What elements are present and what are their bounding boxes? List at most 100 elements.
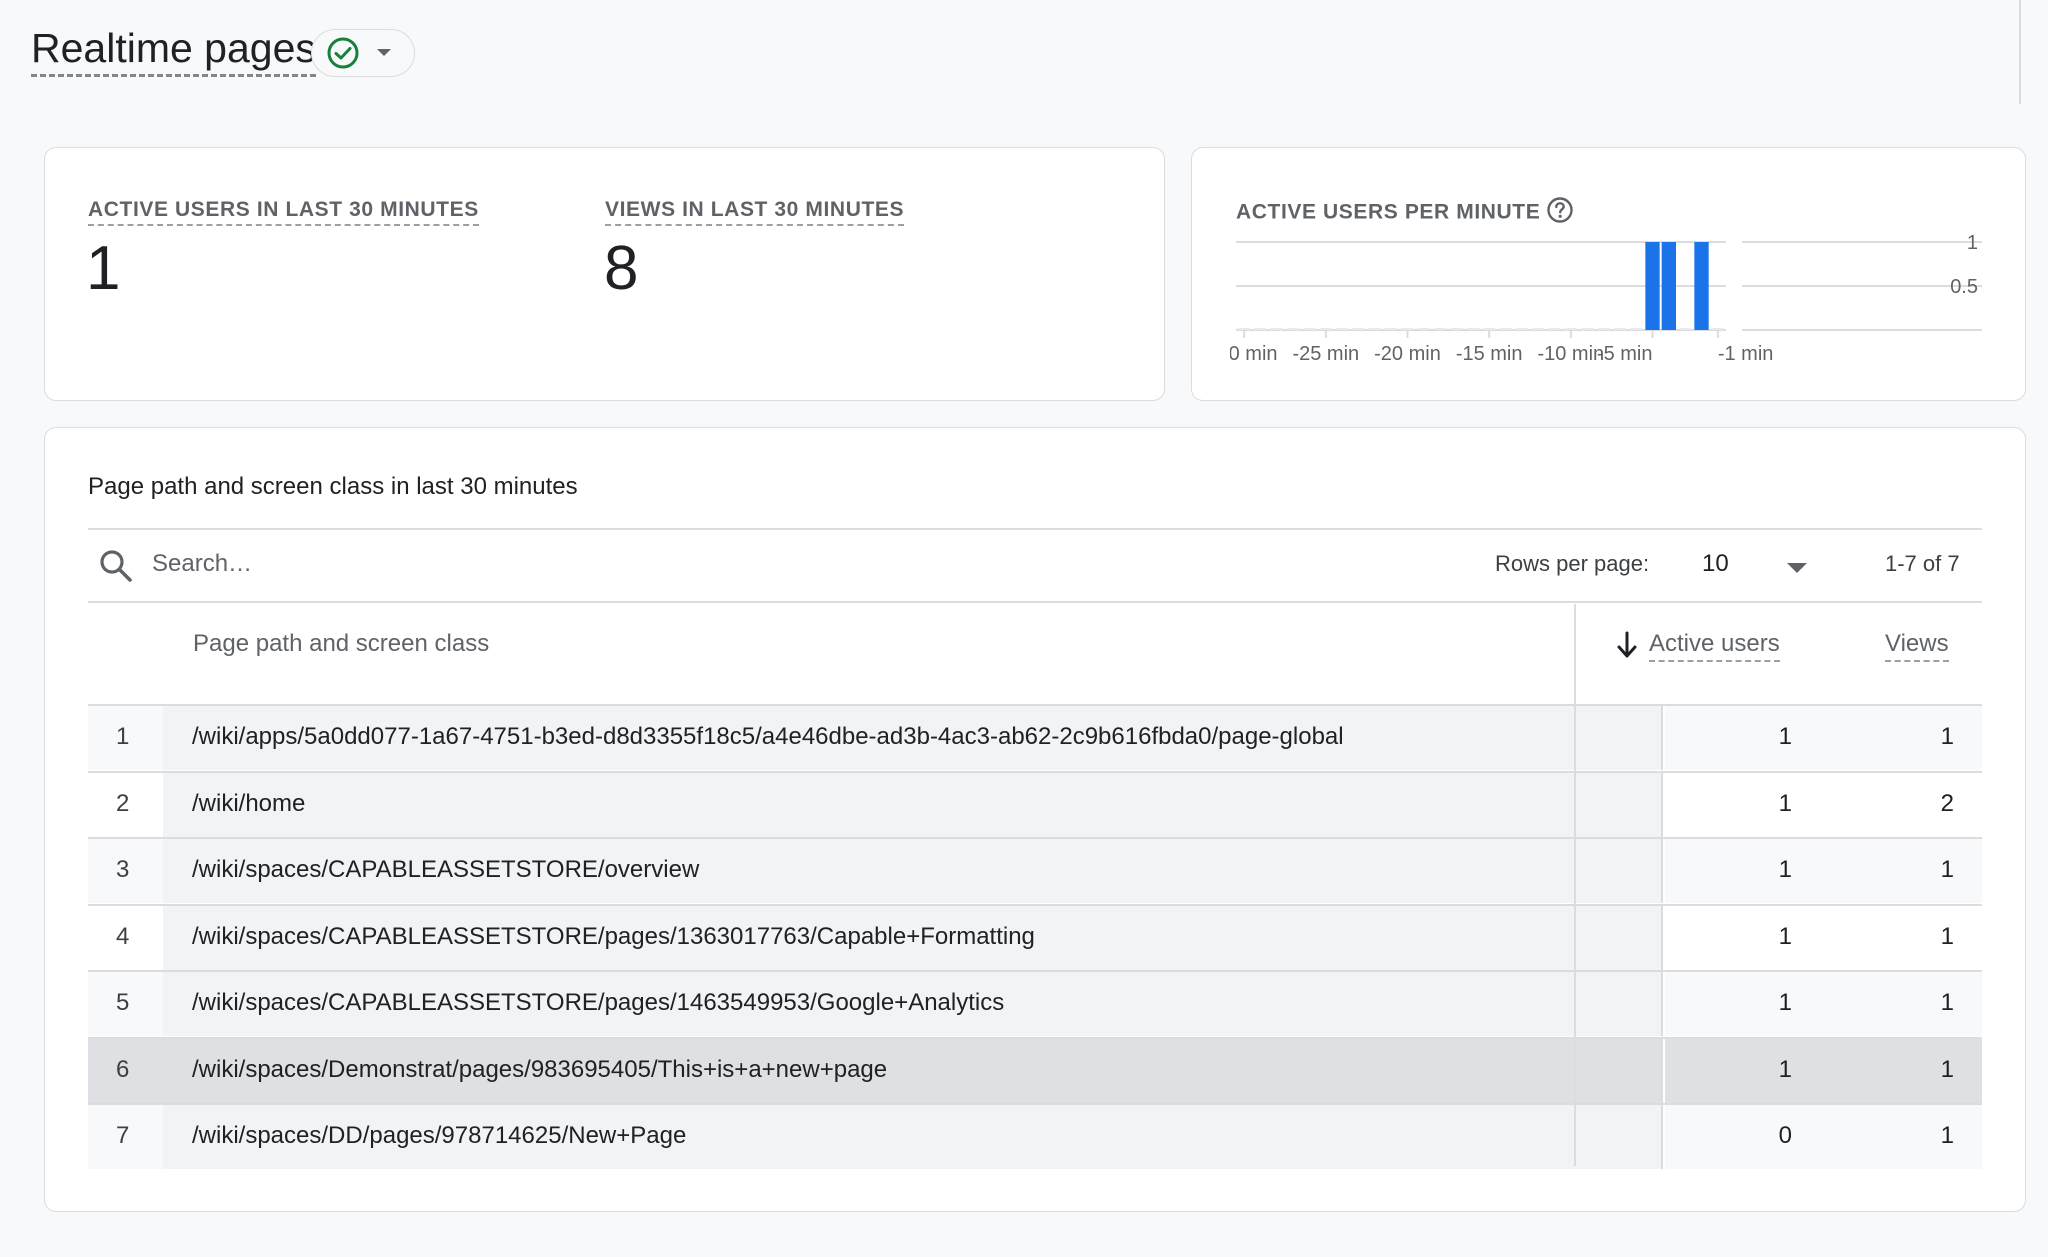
rows-per-page-select[interactable]: 10 xyxy=(1702,550,1729,578)
column-divider xyxy=(1574,604,1576,1166)
chart-bar[interactable] xyxy=(1434,328,1447,330)
row-index: 6 xyxy=(116,1055,130,1083)
chart-bar[interactable] xyxy=(1336,328,1349,330)
chart-bar[interactable] xyxy=(1711,328,1724,330)
chart-bar[interactable] xyxy=(1548,328,1561,330)
chart-title: ACTIVE USERS PER MINUTE xyxy=(1236,196,1574,230)
chart-title-text: ACTIVE USERS PER MINUTE xyxy=(1236,200,1541,224)
chart-bar[interactable] xyxy=(1466,328,1479,330)
active-users-value: 1 xyxy=(86,234,121,303)
chart-bar[interactable] xyxy=(1254,328,1267,330)
chart-bar[interactable] xyxy=(1401,328,1414,330)
chart-y-tick-label: 0.5 xyxy=(1950,276,1978,298)
chevron-down-icon[interactable] xyxy=(1786,562,1808,574)
page-path: /wiki/spaces/Demonstrat/pages/983695405/… xyxy=(192,1055,888,1083)
active-users-count: 1 xyxy=(1778,789,1792,817)
chart-y-tick-label: 1 xyxy=(1967,232,1978,254)
chart-x-tick-label: -25 min xyxy=(1292,343,1359,365)
chart-bar[interactable] xyxy=(1385,328,1398,330)
chart-bar[interactable] xyxy=(1287,328,1300,330)
chart-bar[interactable] xyxy=(1564,328,1577,330)
row-index-cell: 2 xyxy=(88,772,163,837)
status-dropdown[interactable] xyxy=(311,29,415,77)
active-users-chart: -30 min -25 min -20 min -15 min -10 min-5 mi… xyxy=(1230,232,1982,365)
chart-bar[interactable] xyxy=(1694,242,1709,330)
chart-bar[interactable] xyxy=(1661,242,1676,330)
page-path: /wiki/apps/5a0dd077-1a67-4751-b3ed-d8d33… xyxy=(192,723,1344,750)
metrics-cell: 12 xyxy=(1665,772,1982,837)
sort-down-arrow-icon[interactable] xyxy=(1615,630,1639,660)
chart-bar[interactable] xyxy=(1515,328,1528,330)
page-title[interactable]: Realtime pages xyxy=(31,24,316,77)
column-header-path: Page path and screen class xyxy=(193,630,490,657)
chart-bar[interactable] xyxy=(1352,328,1365,330)
chart-x-tick-label: -30 min xyxy=(1230,343,1278,365)
chart-bar[interactable] xyxy=(1581,328,1594,330)
row-index: 7 xyxy=(116,1122,130,1149)
views-label[interactable]: VIEWS IN LAST 30 MINUTES xyxy=(605,198,905,226)
views-count: 1 xyxy=(1940,723,1954,750)
panel-divider xyxy=(2019,0,2021,104)
views-count: 1 xyxy=(1940,922,1954,950)
active-users-count: 0 xyxy=(1778,1122,1792,1149)
table-row[interactable]: 1/wiki/apps/5a0dd077-1a67-4751-b3ed-d8d3… xyxy=(88,704,1982,770)
chart-bar[interactable] xyxy=(1483,328,1496,330)
row-index-cell: 6 xyxy=(88,1038,163,1103)
chart-bar[interactable] xyxy=(1532,328,1545,330)
chart-bar[interactable] xyxy=(1679,328,1692,330)
chart-bar[interactable] xyxy=(1303,328,1316,330)
column-header-active-users[interactable]: Active users xyxy=(1649,630,1780,662)
chart-x-tick-label: -1 min xyxy=(1718,343,1774,365)
chart-bar[interactable] xyxy=(1270,328,1283,330)
search-input[interactable]: Search… xyxy=(152,550,252,578)
metrics-cell: 11 xyxy=(1665,839,1982,903)
chart-bar[interactable] xyxy=(1613,328,1626,330)
active-users-count: 1 xyxy=(1778,723,1792,750)
rows-per-page-label: Rows per page: xyxy=(1495,551,1650,576)
chart-x-tick-label: -20 min xyxy=(1374,343,1441,365)
chart-x-tick-label: -15 min xyxy=(1456,343,1523,365)
page-path: /wiki/spaces/DD/pages/978714625/New+Page xyxy=(192,1122,687,1149)
chart-bar[interactable] xyxy=(1630,328,1643,330)
chart-bar[interactable] xyxy=(1597,328,1610,330)
row-index-cell: 3 xyxy=(88,839,163,903)
row-index-cell: 7 xyxy=(88,1105,163,1169)
row-index: 4 xyxy=(116,922,130,950)
table-row[interactable]: 6/wiki/spaces/Demonstrat/pages/983695405… xyxy=(88,1036,1982,1103)
table-row[interactable]: 7/wiki/spaces/DD/pages/978714625/New+Pag… xyxy=(88,1103,1982,1169)
pagination-text: 1-7 of 7 xyxy=(1885,551,1960,576)
views-value: 8 xyxy=(604,234,639,303)
active-users-label[interactable]: ACTIVE USERS IN LAST 30 MINUTES xyxy=(88,198,479,226)
chart-bar[interactable] xyxy=(1368,328,1381,330)
row-index-cell: 5 xyxy=(88,972,163,1036)
page-path: /wiki/home xyxy=(192,789,306,817)
column-header-views[interactable]: Views xyxy=(1885,630,1949,662)
metrics-cell: 11 xyxy=(1665,972,1982,1036)
chart-bar[interactable] xyxy=(1319,328,1332,330)
divider xyxy=(88,601,1982,603)
views-count: 1 xyxy=(1940,1055,1954,1083)
chart-bar[interactable] xyxy=(1417,328,1430,330)
row-index-cell: 4 xyxy=(88,905,163,970)
metrics-cell: 11 xyxy=(1665,1038,1982,1103)
chart-bar[interactable] xyxy=(1645,242,1660,330)
row-index: 2 xyxy=(116,789,130,817)
help-icon[interactable] xyxy=(1546,196,1574,230)
active-users-count: 1 xyxy=(1778,1055,1792,1083)
caret-down-icon xyxy=(377,49,391,56)
chart-bar[interactable] xyxy=(1238,328,1251,330)
table-row[interactable]: 3/wiki/spaces/CAPABLEASSETSTORE/overview… xyxy=(88,837,1982,903)
chart-bar[interactable] xyxy=(1499,328,1512,330)
chart-bar[interactable] xyxy=(1450,328,1463,330)
table-row[interactable]: 5/wiki/spaces/CAPABLEASSETSTORE/pages/14… xyxy=(88,970,1982,1036)
search-icon[interactable] xyxy=(98,548,134,584)
metrics-cell: 11 xyxy=(1665,905,1982,970)
divider xyxy=(88,528,1982,530)
page-path-cell xyxy=(163,772,1663,837)
active-users-count: 1 xyxy=(1778,922,1792,950)
views-count: 1 xyxy=(1940,1122,1954,1149)
chart-x-tick-label: -10 min xyxy=(1537,343,1604,365)
table-row[interactable]: 2/wiki/home 1 2 xyxy=(88,770,1982,837)
metrics-cell: 11 xyxy=(1665,706,1982,770)
table-row[interactable]: 4/wiki/spaces/CAPABLEASSETSTORE/pages/13… xyxy=(88,903,1982,970)
